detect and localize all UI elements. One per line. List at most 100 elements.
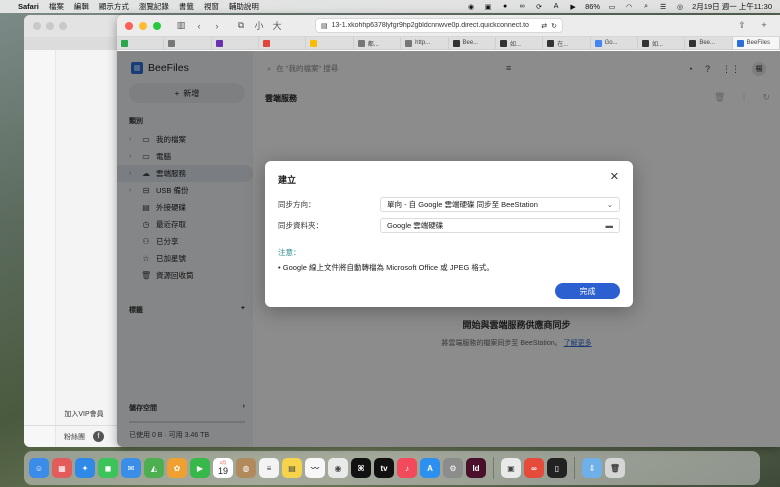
mail-icon[interactable]: ✉ (121, 458, 141, 478)
share-icon[interactable]: ⇪ (736, 20, 748, 31)
facebook-icon[interactable]: f (93, 431, 104, 442)
menu-app-name[interactable]: Safari (18, 2, 39, 11)
status-record-icon[interactable]: ● (500, 3, 510, 11)
menu-item-bookmarks[interactable]: 書籤 (179, 1, 194, 12)
reload-icon[interactable]: ↻ (551, 22, 557, 30)
menu-item-view[interactable]: 顯示方式 (99, 1, 129, 12)
screenshot-icon[interactable]: ▣ (501, 458, 521, 478)
siri-icon[interactable]: ◎ (675, 3, 685, 11)
calendar-day: 19 (217, 466, 228, 476)
menu-item-help[interactable]: 輔助說明 (229, 1, 259, 12)
trash-bin-icon[interactable]: 🗑 (605, 458, 625, 478)
minimize-window-button[interactable] (139, 21, 147, 30)
iphone-mirroring-icon[interactable]: ▯ (547, 458, 567, 478)
launchpad-icon[interactable]: ▦ (52, 458, 72, 478)
contacts-icon[interactable]: ◍ (236, 458, 256, 478)
menu-item-history[interactable]: 瀏覽記錄 (139, 1, 169, 12)
browser-tab[interactable]: 在... (543, 37, 591, 49)
browser-tab[interactable] (164, 37, 212, 49)
sidebar-toggle-icon[interactable]: ▥ (175, 20, 187, 31)
folder-browse-icon[interactable]: ▬ (606, 221, 614, 230)
close-icon[interactable]: ✕ (610, 170, 619, 183)
status-play-icon[interactable]: ▶ (568, 3, 578, 11)
tv-icon[interactable]: tv (374, 458, 394, 478)
zoom-window-button[interactable] (153, 21, 161, 30)
tab-favicon-icon (310, 39, 318, 47)
sync-direction-row: 同步方向： 單向 - 自 Google 雲端硬碟 同步至 BeeStation … (278, 197, 620, 212)
scripting-icon[interactable]: ⌘ (351, 458, 371, 478)
sync-direction-select[interactable]: 單向 - 自 Google 雲端硬碟 同步至 BeeStation ⌄ (380, 197, 620, 212)
sync-folder-row: 同步資料夾： Google 雲端硬碟 ▬ (278, 218, 620, 233)
close-window-button[interactable] (125, 21, 133, 30)
create-sync-dialog: 建立 ✕ 同步方向： 單向 - 自 Google 雲端硬碟 同步至 BeeSta… (265, 161, 633, 307)
back-icon[interactable]: ‹ (193, 21, 205, 31)
text-larger-button[interactable]: 大 (271, 19, 283, 32)
menu-bar: Safari 檔案 編輯 顯示方式 瀏覽記錄 書籤 視窗 輔助說明 ◉ ▣ ● … (0, 0, 780, 13)
facetime-icon[interactable]: ▶ (190, 458, 210, 478)
maps-icon[interactable]: ◭ (144, 458, 164, 478)
freeform-icon[interactable]: 〰 (305, 458, 325, 478)
browser-tab[interactable] (259, 37, 307, 49)
address-url[interactable]: 13-1.xkohhp6378lyfgr9hp2gbldcnnwve0p.dir… (332, 22, 538, 29)
music-icon[interactable]: ♪ (397, 458, 417, 478)
menu-item-edit[interactable]: 編輯 (74, 1, 89, 12)
browser-tab[interactable]: 都... (354, 37, 402, 49)
chevron-down-icon: ⌄ (606, 200, 613, 209)
calendar-icon[interactable]: 2月 19 (213, 458, 233, 478)
menu-clock[interactable]: 2月19日 週一 上午11:30 (692, 1, 772, 12)
tab-label: http... (415, 40, 431, 46)
status-camera-icon[interactable]: ▣ (483, 3, 493, 11)
messages-icon[interactable]: ◼ (98, 458, 118, 478)
safari-icon[interactable]: ✦ (75, 458, 95, 478)
settings-icon[interactable]: ⚙ (443, 458, 463, 478)
tab-favicon-icon (547, 39, 555, 47)
chrome-icon[interactable]: ◉ (328, 458, 348, 478)
sync-folder-label: 同步資料夾： (278, 221, 323, 230)
spotlight-icon[interactable]: ⌕ (641, 3, 651, 11)
browser-tab[interactable]: Bee... (685, 37, 733, 49)
reminders-icon[interactable]: ≡ (259, 458, 279, 478)
browser-tab[interactable]: BeeFiles (732, 37, 780, 49)
text-smaller-button[interactable]: 小 (253, 19, 265, 32)
control-center-icon[interactable]: ☰ (658, 3, 668, 11)
sync-folder-value: Google 雲端硬碟 (387, 221, 444, 230)
forward-icon[interactable]: › (211, 21, 223, 31)
downloads-folder-icon[interactable]: ⇩ (582, 458, 602, 478)
tab-label: 如... (509, 41, 521, 48)
browser-tab[interactable] (117, 37, 165, 49)
status-creative-cloud-icon[interactable]: ∞ (517, 3, 527, 11)
note-text: Google 線上文件將自動轉檔為 Microsoft Office 或 JPE… (282, 263, 494, 272)
status-a-icon[interactable]: A (551, 3, 561, 11)
done-button[interactable]: 完成 (555, 283, 620, 299)
fanpage-label: 粉絲團 (64, 433, 85, 441)
address-shield-icon: ▤ (321, 22, 328, 30)
appstore-icon[interactable]: A (420, 458, 440, 478)
sync-folder-field[interactable]: Google 雲端硬碟 ▬ (380, 218, 620, 233)
menu-item-window[interactable]: 視窗 (204, 1, 219, 12)
browser-tab[interactable]: 如... (496, 37, 544, 49)
creative-cloud-icon[interactable]: ∞ (524, 458, 544, 478)
address-bar[interactable]: ▤ 13-1.xkohhp6378lyfgr9hp2gbldcnnwve0p.d… (315, 18, 563, 33)
browser-tab[interactable]: Go... (591, 37, 638, 49)
new-tab-icon[interactable]: + (758, 20, 770, 31)
tab-label: Bee... (699, 40, 715, 46)
battery-icon[interactable]: ▭ (607, 3, 617, 11)
browser-tab[interactable]: 如... (638, 37, 686, 49)
photos-icon[interactable]: ✿ (167, 458, 187, 478)
browser-tab[interactable]: http... (401, 37, 449, 49)
menu-item-file[interactable]: 檔案 (49, 1, 64, 12)
wifi-icon[interactable]: ◠ (624, 3, 634, 11)
finder-icon[interactable]: ☺ (29, 458, 49, 478)
notes-icon[interactable]: ▤ (282, 458, 302, 478)
tab-label: 在... (557, 41, 569, 48)
translate-icon[interactable]: ⇄ (541, 22, 547, 30)
browser-tab[interactable] (212, 37, 260, 49)
indesign-icon[interactable]: Id (466, 458, 486, 478)
browser-tab[interactable]: Bee... (449, 37, 496, 49)
background-window-sidebar (24, 50, 56, 447)
browser-tab[interactable] (306, 37, 354, 49)
tab-favicon-icon (736, 39, 744, 47)
status-sync-icon[interactable]: ⟳ (534, 3, 544, 11)
status-wechat-icon[interactable]: ◉ (466, 3, 476, 11)
tab-overview-icon[interactable]: ⧉ (235, 20, 247, 31)
